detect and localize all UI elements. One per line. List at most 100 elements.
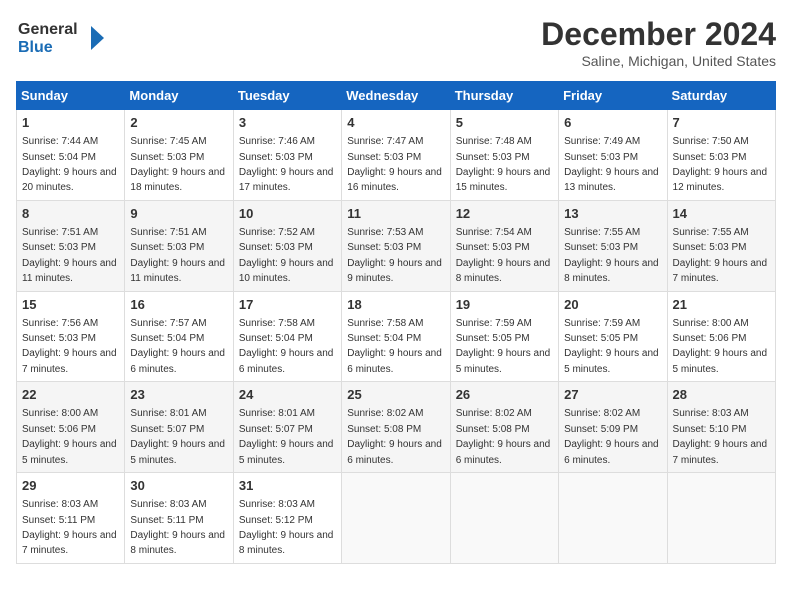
- day-number: 3: [239, 114, 336, 132]
- day-number: 12: [456, 205, 553, 223]
- week-row-3: 15 Sunrise: 7:56 AMSunset: 5:03 PMDaylig…: [17, 291, 776, 382]
- day-number: 1: [22, 114, 119, 132]
- calendar-cell: 11 Sunrise: 7:53 AMSunset: 5:03 PMDaylig…: [342, 200, 450, 291]
- day-number: 19: [456, 296, 553, 314]
- day-info: Sunrise: 7:59 AMSunset: 5:05 PMDaylight:…: [456, 318, 551, 375]
- day-number: 27: [564, 386, 661, 404]
- title-area: December 2024 Saline, Michigan, United S…: [541, 16, 776, 69]
- calendar-cell: 17 Sunrise: 7:58 AMSunset: 5:04 PMDaylig…: [233, 291, 341, 382]
- calendar-cell: 23 Sunrise: 8:01 AMSunset: 5:07 PMDaylig…: [125, 382, 233, 473]
- day-number: 20: [564, 296, 661, 314]
- calendar-cell: [342, 473, 450, 564]
- day-number: 2: [130, 114, 227, 132]
- day-info: Sunrise: 7:53 AMSunset: 5:03 PMDaylight:…: [347, 227, 442, 284]
- col-friday: Friday: [559, 82, 667, 110]
- day-info: Sunrise: 8:03 AMSunset: 5:11 PMDaylight:…: [130, 499, 225, 556]
- day-info: Sunrise: 8:02 AMSunset: 5:08 PMDaylight:…: [347, 408, 442, 465]
- calendar-cell: 16 Sunrise: 7:57 AMSunset: 5:04 PMDaylig…: [125, 291, 233, 382]
- calendar-cell: 25 Sunrise: 8:02 AMSunset: 5:08 PMDaylig…: [342, 382, 450, 473]
- day-info: Sunrise: 7:52 AMSunset: 5:03 PMDaylight:…: [239, 227, 334, 284]
- calendar-cell: 26 Sunrise: 8:02 AMSunset: 5:08 PMDaylig…: [450, 382, 558, 473]
- day-info: Sunrise: 8:02 AMSunset: 5:08 PMDaylight:…: [456, 408, 551, 465]
- calendar-cell: 29 Sunrise: 8:03 AMSunset: 5:11 PMDaylig…: [17, 473, 125, 564]
- day-info: Sunrise: 7:51 AMSunset: 5:03 PMDaylight:…: [22, 227, 117, 284]
- day-info: Sunrise: 8:00 AMSunset: 5:06 PMDaylight:…: [673, 318, 768, 375]
- day-number: 22: [22, 386, 119, 404]
- svg-text:General: General: [18, 21, 78, 38]
- day-number: 29: [22, 477, 119, 495]
- day-number: 23: [130, 386, 227, 404]
- day-number: 18: [347, 296, 444, 314]
- calendar-cell: 21 Sunrise: 8:00 AMSunset: 5:06 PMDaylig…: [667, 291, 775, 382]
- day-info: Sunrise: 7:44 AMSunset: 5:04 PMDaylight:…: [22, 136, 117, 193]
- day-info: Sunrise: 7:56 AMSunset: 5:03 PMDaylight:…: [22, 318, 117, 375]
- day-number: 16: [130, 296, 227, 314]
- calendar-cell: [450, 473, 558, 564]
- calendar-cell: [667, 473, 775, 564]
- day-number: 5: [456, 114, 553, 132]
- calendar-cell: 6 Sunrise: 7:49 AMSunset: 5:03 PMDayligh…: [559, 110, 667, 201]
- col-sunday: Sunday: [17, 82, 125, 110]
- day-info: Sunrise: 7:59 AMSunset: 5:05 PMDaylight:…: [564, 318, 659, 375]
- calendar-cell: 20 Sunrise: 7:59 AMSunset: 5:05 PMDaylig…: [559, 291, 667, 382]
- calendar-cell: 5 Sunrise: 7:48 AMSunset: 5:03 PMDayligh…: [450, 110, 558, 201]
- calendar-cell: 7 Sunrise: 7:50 AMSunset: 5:03 PMDayligh…: [667, 110, 775, 201]
- week-row-4: 22 Sunrise: 8:00 AMSunset: 5:06 PMDaylig…: [17, 382, 776, 473]
- day-info: Sunrise: 7:55 AMSunset: 5:03 PMDaylight:…: [564, 227, 659, 284]
- day-number: 15: [22, 296, 119, 314]
- day-info: Sunrise: 8:01 AMSunset: 5:07 PMDaylight:…: [130, 408, 225, 465]
- calendar-cell: 3 Sunrise: 7:46 AMSunset: 5:03 PMDayligh…: [233, 110, 341, 201]
- calendar-cell: 19 Sunrise: 7:59 AMSunset: 5:05 PMDaylig…: [450, 291, 558, 382]
- week-row-5: 29 Sunrise: 8:03 AMSunset: 5:11 PMDaylig…: [17, 473, 776, 564]
- day-number: 21: [673, 296, 770, 314]
- calendar-cell: 18 Sunrise: 7:58 AMSunset: 5:04 PMDaylig…: [342, 291, 450, 382]
- day-number: 14: [673, 205, 770, 223]
- calendar-cell: 9 Sunrise: 7:51 AMSunset: 5:03 PMDayligh…: [125, 200, 233, 291]
- header-row: Sunday Monday Tuesday Wednesday Thursday…: [17, 82, 776, 110]
- day-number: 6: [564, 114, 661, 132]
- day-info: Sunrise: 7:51 AMSunset: 5:03 PMDaylight:…: [130, 227, 225, 284]
- logo-svg: General Blue: [16, 16, 106, 60]
- day-number: 4: [347, 114, 444, 132]
- day-number: 24: [239, 386, 336, 404]
- day-number: 26: [456, 386, 553, 404]
- col-saturday: Saturday: [667, 82, 775, 110]
- day-info: Sunrise: 7:57 AMSunset: 5:04 PMDaylight:…: [130, 318, 225, 375]
- day-number: 28: [673, 386, 770, 404]
- calendar-cell: 1 Sunrise: 7:44 AMSunset: 5:04 PMDayligh…: [17, 110, 125, 201]
- calendar-cell: 13 Sunrise: 7:55 AMSunset: 5:03 PMDaylig…: [559, 200, 667, 291]
- day-info: Sunrise: 7:45 AMSunset: 5:03 PMDaylight:…: [130, 136, 225, 193]
- day-info: Sunrise: 7:49 AMSunset: 5:03 PMDaylight:…: [564, 136, 659, 193]
- calendar-cell: 14 Sunrise: 7:55 AMSunset: 5:03 PMDaylig…: [667, 200, 775, 291]
- logo: General Blue: [16, 16, 106, 60]
- day-number: 11: [347, 205, 444, 223]
- calendar-cell: 12 Sunrise: 7:54 AMSunset: 5:03 PMDaylig…: [450, 200, 558, 291]
- day-info: Sunrise: 8:03 AMSunset: 5:11 PMDaylight:…: [22, 499, 117, 556]
- calendar-cell: 24 Sunrise: 8:01 AMSunset: 5:07 PMDaylig…: [233, 382, 341, 473]
- day-info: Sunrise: 8:02 AMSunset: 5:09 PMDaylight:…: [564, 408, 659, 465]
- calendar-cell: 15 Sunrise: 7:56 AMSunset: 5:03 PMDaylig…: [17, 291, 125, 382]
- day-info: Sunrise: 7:58 AMSunset: 5:04 PMDaylight:…: [347, 318, 442, 375]
- calendar-cell: 4 Sunrise: 7:47 AMSunset: 5:03 PMDayligh…: [342, 110, 450, 201]
- calendar-cell: [559, 473, 667, 564]
- calendar-cell: 2 Sunrise: 7:45 AMSunset: 5:03 PMDayligh…: [125, 110, 233, 201]
- day-info: Sunrise: 7:58 AMSunset: 5:04 PMDaylight:…: [239, 318, 334, 375]
- svg-text:Blue: Blue: [18, 39, 53, 56]
- calendar-cell: 8 Sunrise: 7:51 AMSunset: 5:03 PMDayligh…: [17, 200, 125, 291]
- day-number: 7: [673, 114, 770, 132]
- calendar-cell: 31 Sunrise: 8:03 AMSunset: 5:12 PMDaylig…: [233, 473, 341, 564]
- day-number: 31: [239, 477, 336, 495]
- day-number: 9: [130, 205, 227, 223]
- page-title: December 2024: [541, 16, 776, 53]
- day-number: 30: [130, 477, 227, 495]
- page-subtitle: Saline, Michigan, United States: [541, 53, 776, 69]
- calendar-cell: 30 Sunrise: 8:03 AMSunset: 5:11 PMDaylig…: [125, 473, 233, 564]
- day-info: Sunrise: 8:00 AMSunset: 5:06 PMDaylight:…: [22, 408, 117, 465]
- day-number: 8: [22, 205, 119, 223]
- col-tuesday: Tuesday: [233, 82, 341, 110]
- day-info: Sunrise: 7:47 AMSunset: 5:03 PMDaylight:…: [347, 136, 442, 193]
- calendar-cell: 27 Sunrise: 8:02 AMSunset: 5:09 PMDaylig…: [559, 382, 667, 473]
- day-number: 13: [564, 205, 661, 223]
- day-info: Sunrise: 8:03 AMSunset: 5:12 PMDaylight:…: [239, 499, 334, 556]
- day-info: Sunrise: 7:50 AMSunset: 5:03 PMDaylight:…: [673, 136, 768, 193]
